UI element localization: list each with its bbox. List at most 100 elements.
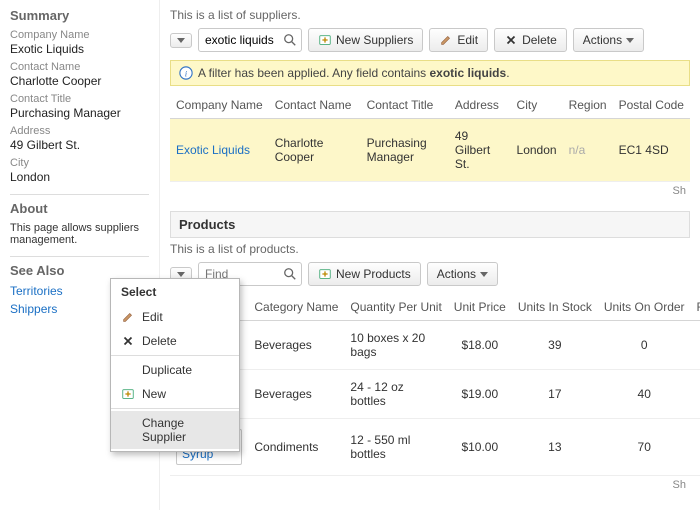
cell-price: $10.00 — [448, 419, 512, 476]
about-text: This page allows suppliers management. — [10, 222, 149, 246]
contact-title-value: Purchasing Manager — [10, 106, 149, 120]
edit-icon — [121, 310, 135, 324]
menu-label-new: New — [142, 387, 166, 401]
actions-label: Actions — [583, 33, 622, 47]
actions-button[interactable]: Actions — [573, 28, 644, 52]
cell-postal: EC1 4SD — [613, 119, 690, 182]
products-toolbar: New Products Actions — [170, 262, 690, 286]
products-actions-label: Actions — [437, 267, 476, 281]
col-address[interactable]: Address — [449, 92, 511, 119]
search-icon[interactable] — [283, 267, 297, 281]
suppliers-search-input[interactable] — [203, 31, 283, 49]
cell-contact-name: Charlotte Cooper — [269, 119, 361, 182]
col-stock[interactable]: Units In Stock — [512, 294, 598, 321]
context-menu: Select Edit Delete Duplicate New Change … — [110, 278, 240, 452]
city-label: City — [10, 157, 149, 169]
new-icon — [318, 33, 332, 47]
cell-price: $18.00 — [448, 321, 512, 370]
col-city[interactable]: City — [511, 92, 563, 119]
delete-icon — [121, 334, 135, 348]
company-name-label: Company Name — [10, 29, 149, 41]
col-contact-name[interactable]: Contact Name — [269, 92, 361, 119]
new-suppliers-label: New Suppliers — [336, 33, 413, 47]
new-icon — [121, 387, 135, 401]
menu-label-delete: Delete — [142, 334, 177, 348]
contact-title-label: Contact Title — [10, 93, 149, 105]
suppliers-scroll-hint: Sh — [170, 182, 690, 197]
cell-qty: 12 - 550 ml bottles — [344, 419, 447, 476]
chevron-down-icon — [480, 272, 488, 277]
menu-item-new[interactable]: New — [111, 382, 239, 406]
summary-heading: Summary — [10, 8, 149, 23]
menu-label-change-supplier: Change Supplier — [142, 416, 229, 444]
suppliers-toolbar: New Suppliers Edit Delete Actions — [170, 28, 690, 52]
cell-company[interactable]: Exotic Liquids — [170, 119, 269, 182]
products-heading: Products — [170, 211, 690, 238]
search-icon[interactable] — [283, 33, 297, 47]
table-row[interactable]: Beverages 10 boxes x 20 bags $18.00 39 0 — [170, 321, 700, 370]
cell-order: 70 — [598, 419, 691, 476]
cell-stock: 13 — [512, 419, 598, 476]
cell-order: 0 — [598, 321, 691, 370]
col-qty[interactable]: Quantity Per Unit — [344, 294, 447, 321]
col-re[interactable]: Re — [691, 294, 700, 321]
context-menu-title: Select — [111, 279, 239, 305]
chevron-down-icon — [626, 38, 634, 43]
menu-label-duplicate: Duplicate — [142, 363, 192, 377]
table-row[interactable]: Exotic Liquids Charlotte Cooper Purchasi… — [170, 119, 690, 182]
info-icon: i — [179, 66, 193, 80]
cell-order: 40 — [598, 370, 691, 419]
products-table: Category Name Quantity Per Unit Unit Pri… — [170, 294, 700, 476]
cell-contact-title: Purchasing Manager — [361, 119, 449, 182]
cell-address: 49 Gilbert St. — [449, 119, 511, 182]
suppliers-description: This is a list of suppliers. — [170, 8, 690, 22]
col-postal[interactable]: Postal Code — [613, 92, 690, 119]
delete-button[interactable]: Delete — [494, 28, 567, 52]
products-description: This is a list of products. — [170, 242, 690, 256]
city-value: London — [10, 170, 149, 184]
col-company[interactable]: Company Name — [170, 92, 269, 119]
delete-icon — [504, 33, 518, 47]
see-also-heading: See Also — [10, 263, 149, 278]
cell-stock: 17 — [512, 370, 598, 419]
cell-category: Beverages — [248, 370, 344, 419]
new-products-label: New Products — [336, 267, 411, 281]
cell-city: London — [511, 119, 563, 182]
cell-category: Beverages — [248, 321, 344, 370]
new-products-button[interactable]: New Products — [308, 262, 421, 286]
filter-notice-text: A filter has been applied. Any field con… — [198, 66, 510, 80]
menu-label-edit: Edit — [142, 310, 163, 324]
menu-item-edit[interactable]: Edit — [111, 305, 239, 329]
delete-label: Delete — [522, 33, 557, 47]
cell-price: $19.00 — [448, 370, 512, 419]
col-order[interactable]: Units On Order — [598, 294, 691, 321]
cell-category: Condiments — [248, 419, 344, 476]
main-content: This is a list of suppliers. New Supplie… — [160, 0, 700, 510]
menu-item-delete[interactable]: Delete — [111, 329, 239, 353]
table-row[interactable]: Beverages 24 - 12 oz bottles $19.00 17 4… — [170, 370, 700, 419]
menu-item-change-supplier[interactable]: Change Supplier — [111, 411, 239, 449]
col-contact-title[interactable]: Contact Title — [361, 92, 449, 119]
filter-notice: i A filter has been applied. Any field c… — [170, 60, 690, 86]
about-heading: About — [10, 201, 149, 216]
contact-name-value: Charlotte Cooper — [10, 74, 149, 88]
company-name-value: Exotic Liquids — [10, 42, 149, 56]
products-scroll-hint: Sh — [170, 476, 690, 491]
col-price[interactable]: Unit Price — [448, 294, 512, 321]
cell-stock: 39 — [512, 321, 598, 370]
new-suppliers-button[interactable]: New Suppliers — [308, 28, 423, 52]
col-category[interactable]: Category Name — [248, 294, 344, 321]
cell-qty: 24 - 12 oz bottles — [344, 370, 447, 419]
edit-icon — [439, 33, 453, 47]
cell-qty: 10 boxes x 20 bags — [344, 321, 447, 370]
menu-item-duplicate[interactable]: Duplicate — [111, 358, 239, 382]
quick-filter-dropdown[interactable] — [170, 33, 192, 48]
address-label: Address — [10, 125, 149, 137]
search-wrap — [198, 28, 302, 52]
col-region[interactable]: Region — [563, 92, 613, 119]
address-value: 49 Gilbert St. — [10, 138, 149, 152]
products-actions-button[interactable]: Actions — [427, 262, 498, 286]
edit-label: Edit — [457, 33, 478, 47]
table-row[interactable]: Aniseed Syrup Condiments 12 - 550 ml bot… — [170, 419, 700, 476]
edit-button[interactable]: Edit — [429, 28, 488, 52]
